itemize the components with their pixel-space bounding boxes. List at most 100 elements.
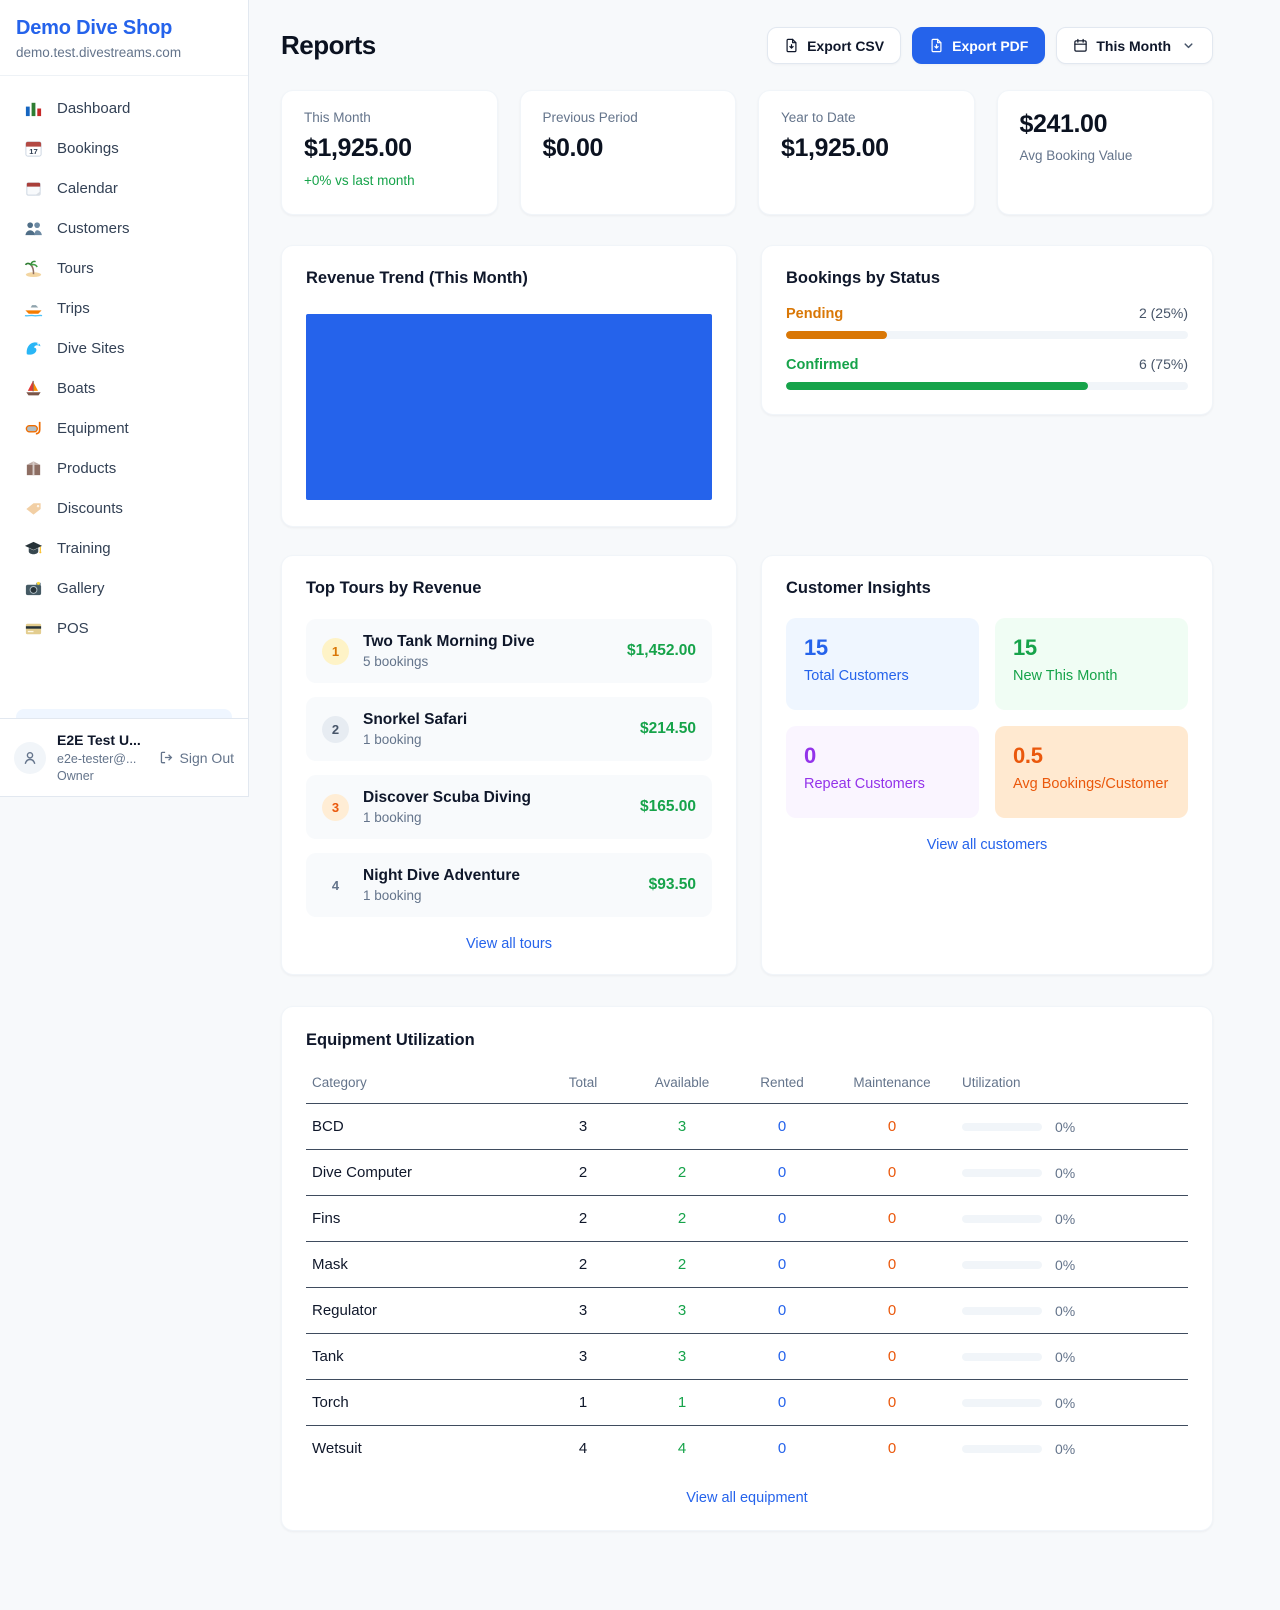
active-nav-item-sliver <box>16 709 232 718</box>
insight-tile-new-this-month: 15 New This Month <box>995 618 1188 710</box>
rank-badge: 1 <box>322 638 349 665</box>
user-meta: E2E Test U... e2e-tester@... Owner <box>57 731 141 784</box>
sidebar-item-label: Tours <box>57 260 94 277</box>
total-cell: 2 <box>538 1242 628 1288</box>
camera-icon <box>22 578 44 598</box>
utilization-bar-track <box>962 1307 1042 1315</box>
sidebar-item-bookings[interactable]: 17 Bookings <box>12 128 236 168</box>
category-cell: Regulator <box>306 1288 538 1334</box>
stat-card-this-month: This Month $1,925.00 +0% vs last month <box>281 90 498 215</box>
available-cell: 2 <box>628 1196 736 1242</box>
bar-chart-icon <box>22 98 44 118</box>
export-pdf-button[interactable]: Export PDF <box>912 27 1045 64</box>
sidebar-item-tours[interactable]: Tours <box>12 248 236 288</box>
sign-out-button[interactable]: Sign Out <box>159 750 234 766</box>
rented-cell: 0 <box>736 1242 828 1288</box>
status-bar-track <box>786 382 1188 390</box>
utilization-percent: 0% <box>1055 1395 1075 1411</box>
sidebar-item-dashboard[interactable]: Dashboard <box>12 88 236 128</box>
status-value: 6 (75%) <box>1139 356 1188 372</box>
speedboat-icon <box>22 298 44 318</box>
export-csv-button[interactable]: Export CSV <box>767 27 901 64</box>
sidebar-item-trips[interactable]: Trips <box>12 288 236 328</box>
sidebar-item-label: Boats <box>57 380 95 397</box>
sidebar-item-pos[interactable]: POS <box>12 608 236 648</box>
utilization-cell: 0% <box>956 1242 1188 1288</box>
status-row-pending: Pending 2 (25%) <box>786 305 1188 339</box>
maintenance-cell: 0 <box>828 1426 956 1472</box>
sidebar-item-dive-sites[interactable]: Dive Sites <box>12 328 236 368</box>
stat-value: $0.00 <box>543 134 714 163</box>
sidebar-item-products[interactable]: Products <box>12 448 236 488</box>
utilization-percent: 0% <box>1055 1441 1075 1457</box>
wave-icon <box>22 338 44 358</box>
calendar-icon <box>1073 38 1088 53</box>
top-tours-title: Top Tours by Revenue <box>306 579 712 598</box>
sidebar-header: Demo Dive Shop demo.test.divestreams.com <box>0 0 248 76</box>
logout-icon <box>159 750 174 765</box>
sidebar-item-equipment[interactable]: Equipment <box>12 408 236 448</box>
graduation-cap-icon <box>22 538 44 558</box>
stat-label: This Month <box>304 110 475 125</box>
insight-tile-repeat-customers: 0 Repeat Customers <box>786 726 979 818</box>
sidebar-item-discounts[interactable]: Discounts <box>12 488 236 528</box>
available-cell: 4 <box>628 1426 736 1472</box>
sidebar-item-label: Discounts <box>57 500 123 517</box>
period-dropdown[interactable]: This Month <box>1056 27 1213 64</box>
two-users-icon <box>22 218 44 238</box>
sidebar-item-boats[interactable]: Boats <box>12 368 236 408</box>
revenue-trend-title: Revenue Trend (This Month) <box>306 269 712 288</box>
sidebar-item-training[interactable]: Training <box>12 528 236 568</box>
utilization-bar-track <box>962 1123 1042 1131</box>
table-row: BCD 3 3 0 0 0% <box>306 1104 1188 1150</box>
view-all-customers-link[interactable]: View all customers <box>786 837 1188 853</box>
status-bar-fill <box>786 382 1088 390</box>
category-cell: Wetsuit <box>306 1426 538 1472</box>
tour-bookings: 1 booking <box>363 810 531 825</box>
sailboat-icon <box>22 378 44 398</box>
tour-row: 2 Snorkel Safari 1 booking $214.50 <box>306 697 712 761</box>
table-row: Fins 2 2 0 0 0% <box>306 1196 1188 1242</box>
maintenance-cell: 0 <box>828 1288 956 1334</box>
sidebar-item-label: Trips <box>57 300 90 317</box>
sidebar-nav: Dashboard 17 Bookings Calendar Customers <box>0 76 248 718</box>
view-all-equipment-link[interactable]: View all equipment <box>306 1490 1188 1506</box>
utilization-cell: 0% <box>956 1196 1188 1242</box>
insights-row: Top Tours by Revenue 1 Two Tank Morning … <box>281 555 1213 975</box>
bookings-by-status-title: Bookings by Status <box>786 269 1188 288</box>
desert-island-icon <box>22 258 44 278</box>
stat-label: Avg Booking Value <box>1020 148 1191 163</box>
status-row-confirmed: Confirmed 6 (75%) <box>786 356 1188 390</box>
sidebar-item-label: POS <box>57 620 89 637</box>
sidebar-item-label: Calendar <box>57 180 118 197</box>
column-header-available: Available <box>628 1067 736 1104</box>
stat-card-previous-period: Previous Period $0.00 <box>520 90 737 215</box>
total-cell: 1 <box>538 1380 628 1426</box>
total-cell: 2 <box>538 1196 628 1242</box>
rented-cell: 0 <box>736 1196 828 1242</box>
table-row: Wetsuit 4 4 0 0 0% <box>306 1426 1188 1472</box>
total-cell: 2 <box>538 1150 628 1196</box>
total-cell: 3 <box>538 1104 628 1150</box>
sidebar-item-calendar[interactable]: Calendar <box>12 168 236 208</box>
insight-tile-total-customers: 15 Total Customers <box>786 618 979 710</box>
table-row: Tank 3 3 0 0 0% <box>306 1334 1188 1380</box>
sidebar-item-customers[interactable]: Customers <box>12 208 236 248</box>
user-role: Owner <box>57 768 141 784</box>
insight-tile-avg-bookings: 0.5 Avg Bookings/Customer <box>995 726 1188 818</box>
sidebar: Demo Dive Shop demo.test.divestreams.com… <box>0 0 249 797</box>
available-cell: 2 <box>628 1242 736 1288</box>
export-pdf-label: Export PDF <box>952 38 1028 54</box>
utilization-cell: 0% <box>956 1380 1188 1426</box>
stat-card-avg-booking-value: $241.00 Avg Booking Value <box>997 90 1214 215</box>
stat-value: $241.00 <box>1020 110 1191 139</box>
maintenance-cell: 0 <box>828 1242 956 1288</box>
view-all-tours-link[interactable]: View all tours <box>306 936 712 952</box>
sidebar-item-gallery[interactable]: Gallery <box>12 568 236 608</box>
sign-out-label: Sign Out <box>180 750 234 766</box>
revenue-trend-card: Revenue Trend (This Month) <box>281 245 737 527</box>
category-cell: BCD <box>306 1104 538 1150</box>
tour-revenue: $165.00 <box>640 798 696 816</box>
tour-name: Discover Scuba Diving <box>363 789 531 807</box>
maintenance-cell: 0 <box>828 1334 956 1380</box>
